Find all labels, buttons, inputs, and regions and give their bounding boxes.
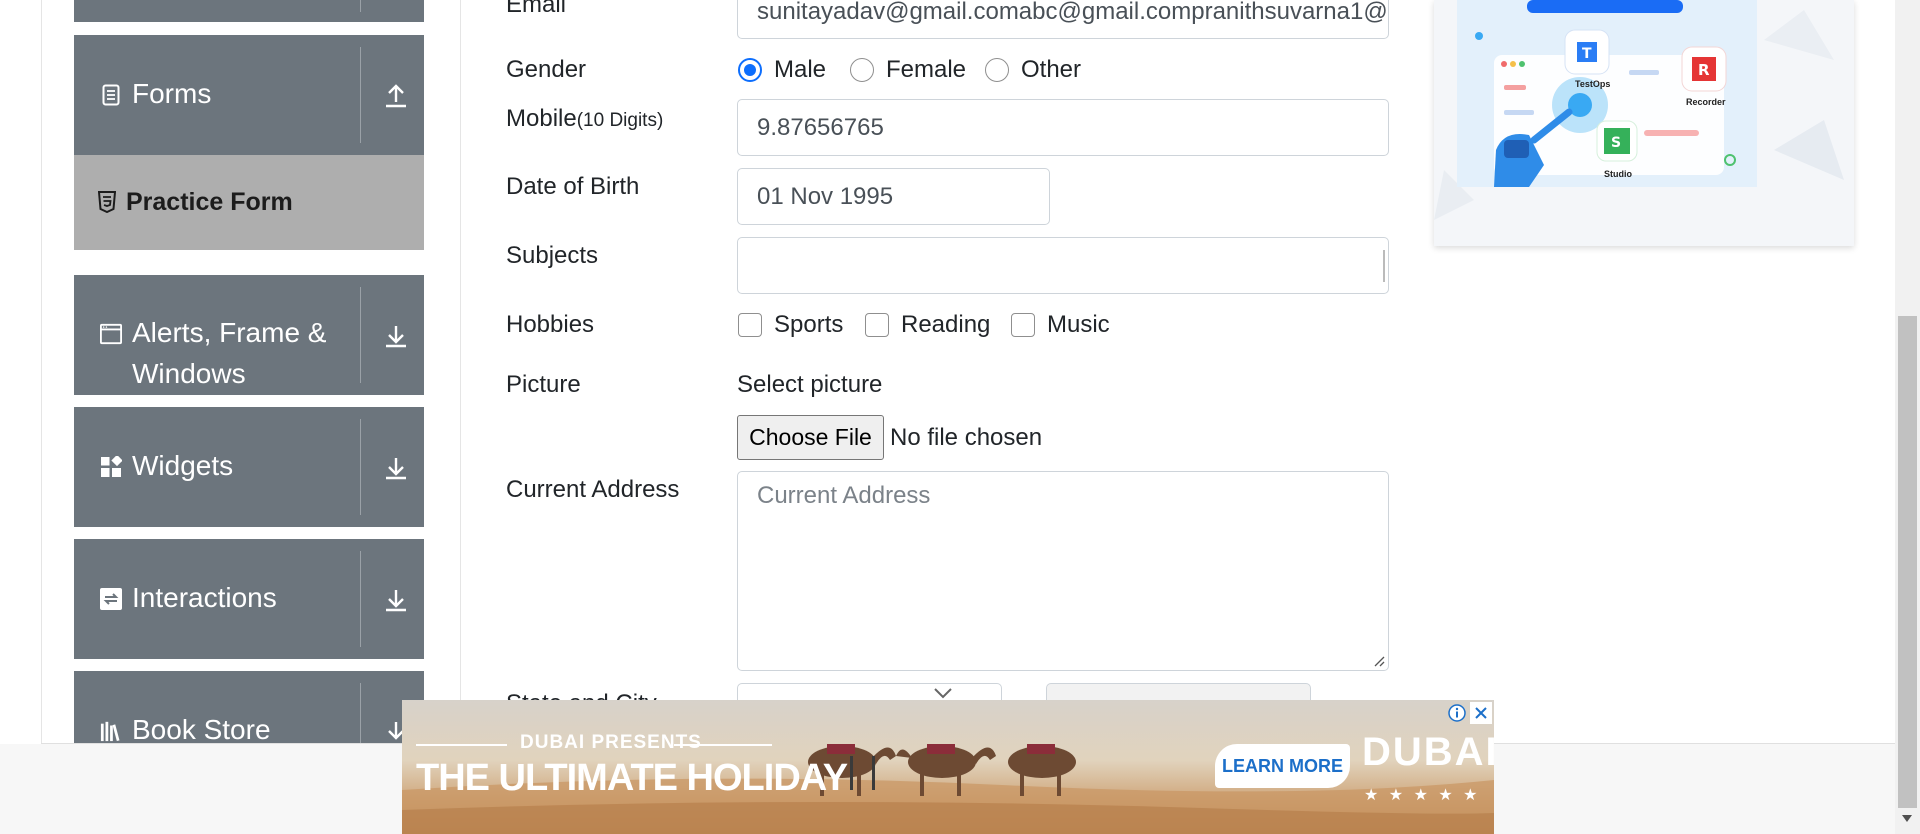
mobile-field[interactable]: 9.87656765 bbox=[737, 99, 1389, 156]
sidebar-group-label: Interactions bbox=[132, 582, 277, 613]
hobby-label-reading[interactable]: Reading bbox=[901, 309, 990, 341]
hobby-label-sports[interactable]: Sports bbox=[774, 309, 843, 341]
window-icon bbox=[100, 323, 122, 345]
dob-label: Date of Birth bbox=[506, 173, 640, 200]
group-separator bbox=[360, 47, 361, 143]
download-arrow-icon[interactable] bbox=[374, 313, 418, 357]
upload-arrow-icon[interactable] bbox=[374, 73, 418, 117]
hobby-checkbox-sports[interactable] bbox=[738, 313, 762, 337]
group-separator bbox=[360, 683, 361, 743]
sidebar-item-label: Practice Form bbox=[126, 188, 293, 216]
picture-label: Picture bbox=[506, 371, 581, 398]
subjects-indicator bbox=[1383, 250, 1385, 282]
email-value: sunitayadav@gmail.comabc@gmail.compranit… bbox=[757, 0, 1388, 25]
label-line-1: Alerts, Frame & bbox=[132, 317, 327, 348]
mobile-hint: (10 Digits) bbox=[576, 110, 664, 131]
ad-info-icon[interactable] bbox=[1446, 702, 1468, 724]
sidebar-group-label: Alerts, Frame & Windows bbox=[132, 312, 326, 394]
books-icon bbox=[100, 720, 122, 742]
sidebar-group-forms[interactable]: Forms bbox=[74, 35, 424, 155]
scrollbar-thumb[interactable] bbox=[1898, 316, 1917, 808]
svg-text:T: T bbox=[1582, 46, 1592, 62]
email-label: Email bbox=[506, 0, 567, 18]
hobby-checkbox-reading[interactable] bbox=[865, 313, 889, 337]
download-arrow-icon[interactable] bbox=[374, 577, 418, 621]
sidebar-group-label: Widgets bbox=[132, 450, 234, 481]
ad-right-illustration: T R S bbox=[1434, 0, 1844, 220]
ad-learn-more-button[interactable]: LEARN MORE bbox=[1215, 744, 1350, 788]
sidebar-group-elements[interactable] bbox=[74, 0, 424, 22]
html5-icon bbox=[97, 191, 117, 214]
address-placeholder: Current Address bbox=[757, 482, 931, 509]
gender-option-other[interactable]: Other bbox=[1021, 54, 1081, 86]
mobile-label-text: Mobile bbox=[506, 105, 577, 132]
sidebar-group-alerts[interactable]: Alerts, Frame & Windows bbox=[74, 275, 424, 395]
select-picture-label: Select picture bbox=[737, 371, 883, 398]
left-border bbox=[41, 0, 42, 744]
swap-icon bbox=[100, 588, 122, 610]
sidebar-group-label: Forms bbox=[132, 78, 212, 109]
sidebar-group-widgets[interactable]: Widgets bbox=[74, 407, 424, 527]
gender-option-female[interactable]: Female bbox=[886, 54, 966, 86]
subjects-field[interactable] bbox=[737, 237, 1389, 294]
svg-text:S: S bbox=[1611, 135, 1621, 151]
sidebar-group-book-store[interactable]: Book Store bbox=[74, 671, 424, 743]
hobbies-label: Hobbies bbox=[506, 311, 595, 338]
group-separator bbox=[360, 0, 361, 12]
gender-label: Gender bbox=[506, 56, 587, 83]
address-textarea[interactable]: Current Address bbox=[737, 471, 1389, 671]
dob-field[interactable]: 01 Nov 1995 bbox=[737, 168, 1050, 225]
sidebar-group-interactions[interactable]: Interactions bbox=[74, 539, 424, 659]
hobby-label-music[interactable]: Music bbox=[1047, 309, 1110, 341]
chevron-down-icon bbox=[934, 688, 952, 699]
ad-bottom-banner[interactable]: DUBAI PRESENTS THE ULTIMATE HOLIDAY LEAR… bbox=[402, 700, 1494, 834]
ad-label-recorder: Recorder bbox=[1686, 97, 1726, 107]
label-line-2: Windows bbox=[132, 358, 246, 389]
group-separator bbox=[360, 551, 361, 647]
page-root: Forms Practice Form Alerts, Frame & Wind… bbox=[0, 0, 1920, 834]
widgets-icon bbox=[100, 456, 122, 478]
sidebar-item-practice-form[interactable]: Practice Form bbox=[74, 155, 424, 250]
email-field[interactable]: sunitayadav@gmail.comabc@gmail.compranit… bbox=[737, 0, 1389, 39]
ad-headline: THE ULTIMATE HOLIDAY bbox=[416, 757, 848, 799]
sidebar-group-label: Book Store bbox=[132, 714, 271, 743]
ad-label-studio: Studio bbox=[1604, 169, 1632, 179]
ad-close-icon[interactable] bbox=[1470, 702, 1492, 724]
dob-value: 01 Nov 1995 bbox=[757, 182, 894, 210]
no-file-status: No file chosen bbox=[890, 424, 1043, 451]
group-separator bbox=[360, 287, 361, 383]
scroll-down-arrow-icon[interactable] bbox=[1901, 814, 1913, 824]
gender-radio-female[interactable] bbox=[850, 58, 874, 82]
download-arrow-icon[interactable] bbox=[374, 445, 418, 489]
choose-file-button[interactable]: Choose File bbox=[737, 415, 884, 460]
ad-stars: ★ ★ ★ ★ ★ bbox=[1364, 787, 1481, 804]
document-icon bbox=[100, 84, 122, 106]
svg-text:R: R bbox=[1698, 61, 1710, 79]
ad-label-testops: TestOps bbox=[1575, 79, 1611, 89]
group-separator bbox=[360, 419, 361, 515]
subjects-label: Subjects bbox=[506, 242, 599, 269]
resize-handle-icon[interactable] bbox=[1373, 655, 1385, 667]
gender-option-male[interactable]: Male bbox=[774, 54, 826, 86]
ad-presents-text: DUBAI PRESENTS bbox=[520, 732, 702, 753]
mobile-value: 9.87656765 bbox=[757, 113, 884, 141]
gender-radio-male[interactable] bbox=[738, 58, 762, 82]
address-label: Current Address bbox=[506, 476, 680, 503]
ad-right[interactable]: T R S TestOps Recorder Studio bbox=[1434, 0, 1854, 246]
mobile-label: Mobile(10 Digits) bbox=[506, 103, 663, 137]
sidebar-divider bbox=[460, 0, 461, 744]
hobby-checkbox-music[interactable] bbox=[1011, 313, 1035, 337]
ad-brand-logo: DUBAI bbox=[1362, 730, 1494, 774]
gender-radio-other[interactable] bbox=[985, 58, 1009, 82]
